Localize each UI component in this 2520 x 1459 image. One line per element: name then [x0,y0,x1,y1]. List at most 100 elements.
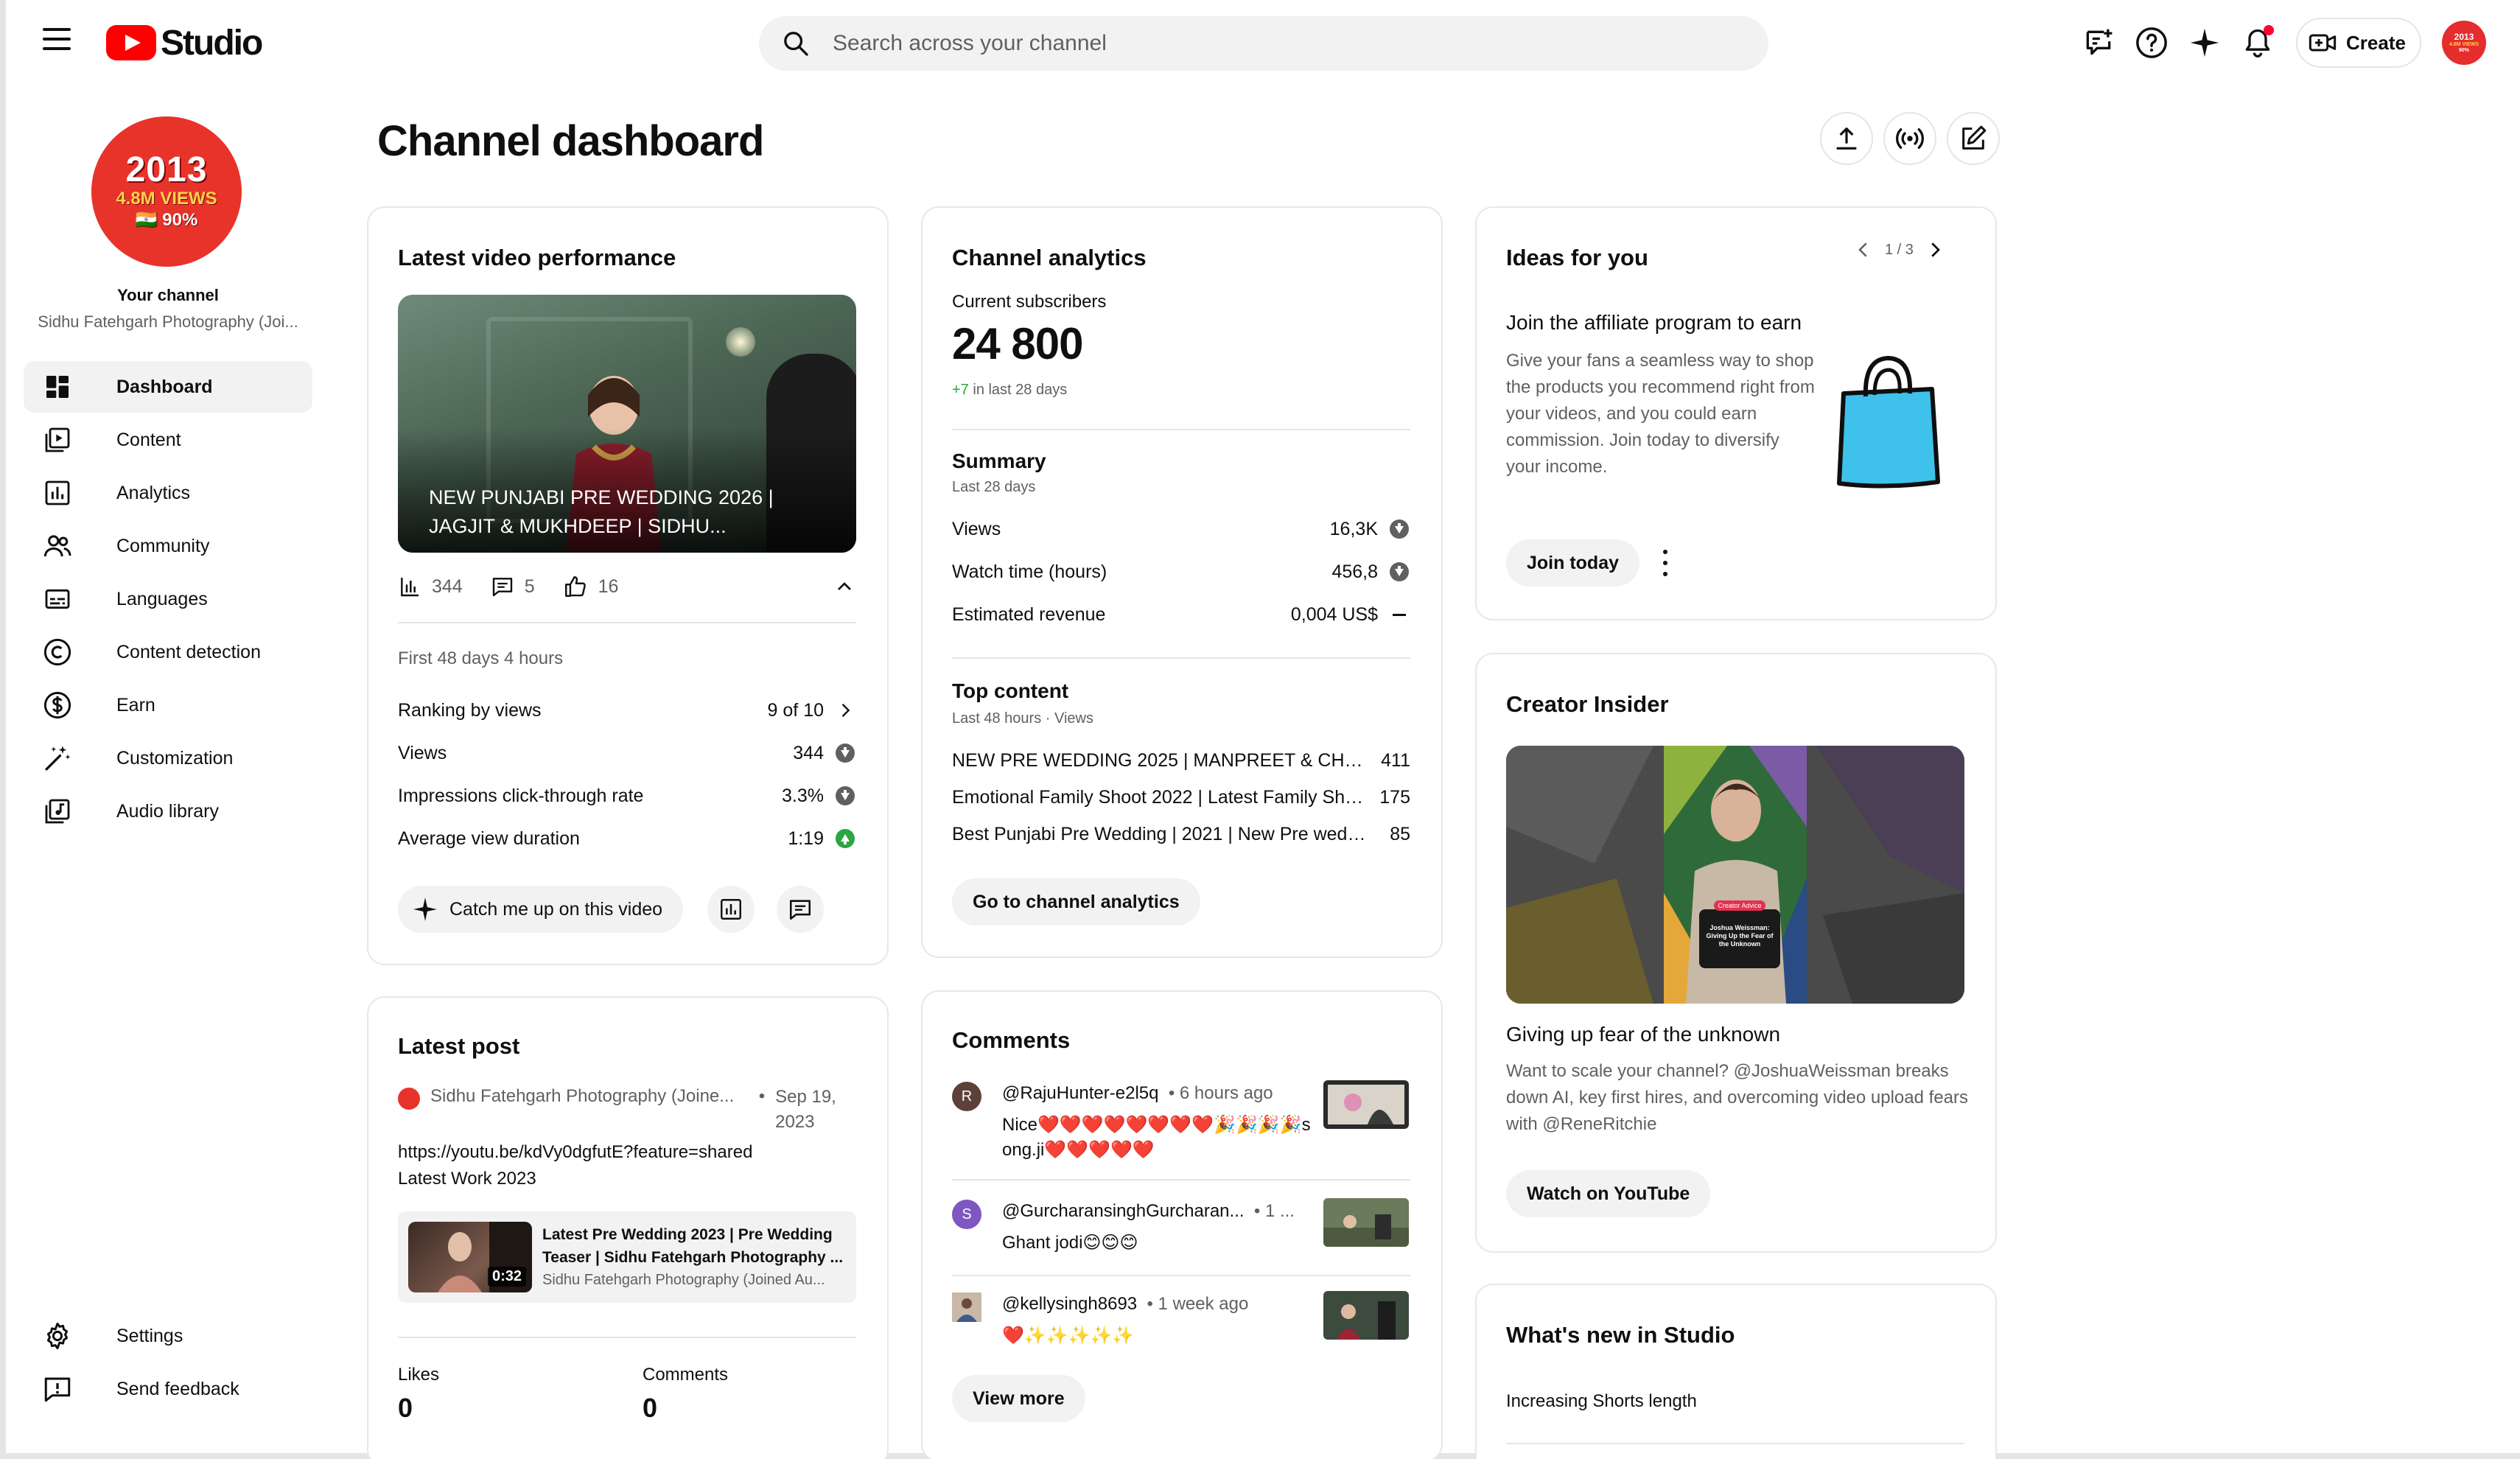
copyright-icon [41,636,74,668]
comment-time: 6 hours ago [1179,1083,1273,1103]
comments-stat: 5 [491,575,535,598]
create-post-button[interactable] [1947,112,2000,165]
video-comments-button[interactable] [777,886,824,933]
row-label: Average view duration [398,828,580,849]
avatar-percent: 90% [2458,47,2469,53]
channel-avatar[interactable]: 2013 4.8M VIEWS 🇮🇳 90% [91,116,242,267]
page-title: Channel dashboard [377,117,764,165]
sidebar-item-label: Analytics [116,482,191,503]
top-content-title-text: NEW PRE WEDDING 2025 | MANPREET & CHAR..… [952,749,1366,771]
latest-video-card: Latest video performance NEW PUNJABI PRE… [367,206,889,965]
avatar-year: 2013 [2454,31,2474,42]
ranking-row[interactable]: Ranking by views 9 of 10 [398,696,856,725]
creator-insider-card-text: Joshua Weissman: Giving Up the Fear of t… [1706,924,1774,948]
commenter-avatar: R [952,1082,981,1111]
comment-thumbnail-art [1323,1198,1409,1247]
sidebar-item-audio-library[interactable]: Audio library [24,786,312,837]
delta-suffix: in last 28 days [968,382,1068,398]
sidebar-nav: Dashboard Content Analytics Community La… [24,361,312,839]
video-title: NEW PUNJABI PRE WEDDING 2026 | JAGJIT & … [429,486,774,537]
watch-on-youtube-button[interactable]: Watch on YouTube [1506,1170,1711,1217]
chevron-up-icon[interactable] [833,575,856,598]
sidebar: 2013 4.8M VIEWS 🇮🇳 90% Your channel Sidh… [6,87,330,1453]
top-content-item[interactable]: Emotional Family Shoot 2022 | Latest Fam… [952,783,1410,812]
search-bar[interactable] [759,16,1768,71]
views-row: Views 344 [398,738,856,768]
commenter-avatar: S [952,1200,981,1229]
notifications-icon[interactable] [2237,22,2278,63]
comment-item[interactable]: R @RajuHunter-e2l5q • 6 hours ago Nice❤️… [952,1080,1410,1169]
menu-icon[interactable] [43,28,71,52]
post-author-avatar [398,1088,420,1110]
top-content-item[interactable]: Best Punjabi Pre Wedding | 2021 | New Pr… [952,819,1410,849]
account-avatar[interactable]: 2013 4.8M VIEWS 90% [2442,21,2486,65]
row-value: 456,8 [1331,561,1378,582]
comment-item[interactable]: S @GurcharansinghGurcharan... • 1 ... Gh… [952,1198,1410,1264]
join-today-button[interactable]: Join today [1506,539,1640,587]
view-more-button[interactable]: View more [952,1375,1085,1422]
summary-watch-time-row: Watch time (hours) 456,8 [952,557,1410,587]
comment-video-thumbnail[interactable] [1323,1198,1409,1247]
sidebar-item-customization[interactable]: Customization [24,732,312,784]
sidebar-item-label: Customization [116,747,234,769]
sidebar-item-community[interactable]: Community [24,520,312,572]
shopping-bag-icon [1837,355,1940,489]
sidebar-item-analytics[interactable]: Analytics [24,467,312,519]
sidebar-item-content-detection[interactable]: Content detection [24,626,312,678]
row-label: Views [398,742,447,763]
go-to-analytics-button[interactable]: Go to channel analytics [952,878,1200,926]
sidebar-item-label: Settings [116,1325,183,1346]
card-title: Comments [952,1027,1071,1053]
summary-title: Summary [952,449,1046,472]
idea-body: Give your fans a seamless way to shop th… [1506,351,1815,477]
sidebar-item-content[interactable]: Content [24,414,312,466]
bar-chart-icon [401,578,419,597]
arrow-down-icon [836,786,855,805]
video-analytics-button[interactable] [707,886,755,933]
creator-insider-thumbnail[interactable]: Creator Advice Joshua Weissman: Giving U… [1506,746,1964,1004]
card-title: Latest post [398,1033,520,1059]
top-content-title-text: Best Punjabi Pre Wedding | 2021 | New Pr… [952,823,1366,844]
whats-new-item[interactable]: Increasing Shorts length [1506,1391,1697,1412]
go-live-button[interactable] [1883,112,1936,165]
divider [952,1275,1410,1276]
chevron-left-icon[interactable] [1852,239,1875,261]
top-content-views: 411 [1381,749,1410,771]
likes-count: 16 [598,575,619,597]
audio-library-icon [41,795,74,828]
studio-logo[interactable]: Studio [106,24,263,63]
top-content-item[interactable]: NEW PRE WEDDING 2025 | MANPREET & CHAR..… [952,746,1410,775]
your-channel-label: Your channel [117,286,219,304]
chat-plus-icon[interactable] [2078,22,2119,63]
sidebar-item-settings[interactable]: Settings [24,1310,312,1362]
comment-video-thumbnail[interactable] [1323,1291,1409,1340]
catch-me-up-button[interactable]: Catch me up on this video [398,886,684,933]
sidebar-item-earn[interactable]: Earn [24,679,312,731]
post-video-embed[interactable]: 0:32 Latest Pre Wedding 2023 | Pre Weddi… [398,1211,856,1303]
comments-card: Comments R @RajuHunter-e2l5q • 6 hours a… [921,990,1443,1459]
comment-item[interactable]: @kellysingh8693 • 1 week ago ❤️✨✨✨✨✨ [952,1291,1410,1357]
latest-video-thumbnail[interactable]: NEW PUNJABI PRE WEDDING 2026 | JAGJIT & … [398,295,856,553]
more-options-icon[interactable] [1661,550,1670,576]
create-button[interactable]: Create [2296,18,2421,68]
sparkle-icon[interactable] [2184,22,2225,63]
chevron-right-icon[interactable] [1924,239,1946,261]
search-input[interactable] [833,31,1717,56]
comment-thumbnail-art [1323,1080,1409,1129]
upload-icon [1836,127,1857,150]
upload-button[interactable] [1820,112,1873,165]
pager-label: 1 / 3 [1885,241,1914,258]
sidebar-item-send-feedback[interactable]: Send feedback [24,1363,312,1415]
row-value: 16,3K [1329,518,1378,539]
sidebar-item-label: Dashboard [116,376,213,397]
sidebar-item-languages[interactable]: Languages [24,573,312,625]
avatar-views: 4.8M VIEWS [2449,41,2479,47]
comment-header: @GurcharansinghGurcharan... • 1 ... [1002,1201,1295,1221]
sidebar-item-dashboard[interactable]: Dashboard [24,361,312,413]
help-icon[interactable] [2131,22,2172,63]
post-link[interactable]: https://youtu.be/kdVy0dgfutE?feature=sha… [398,1139,856,1166]
comment-text: Ghant jodi😊😊😊 [1002,1233,1138,1253]
divider [952,429,1410,430]
comment-video-thumbnail[interactable] [1323,1080,1409,1129]
row-label: Watch time (hours) [952,561,1107,582]
